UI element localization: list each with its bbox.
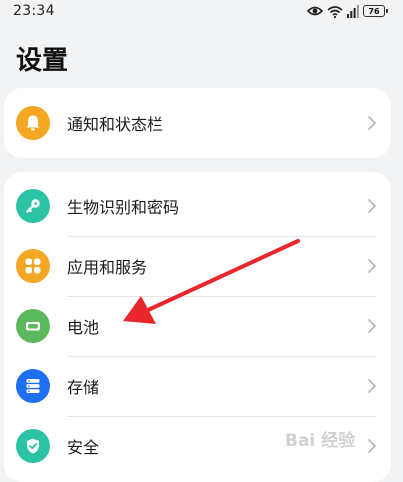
storage-icon xyxy=(16,369,50,403)
settings-item-notifications[interactable]: 通知和状态栏 xyxy=(4,93,391,153)
settings-item-apps[interactable]: 应用和服务 xyxy=(4,236,391,296)
chevron-right-icon xyxy=(368,439,376,453)
chevron-right-icon xyxy=(368,116,376,130)
signal-icon xyxy=(347,4,359,18)
page-title: 设置 xyxy=(16,46,69,76)
settings-item-battery[interactable]: 电池 xyxy=(4,296,391,356)
chevron-right-icon xyxy=(368,199,376,213)
notify-card: 通知和状态栏 xyxy=(4,88,391,158)
settings-item-label: 安全 xyxy=(67,438,100,457)
status-bar: 23:34 76 xyxy=(0,0,403,24)
chevron-right-icon xyxy=(368,379,376,393)
eye-icon xyxy=(307,6,323,16)
settings-item-label: 生物识别和密码 xyxy=(67,198,180,217)
chevron-right-icon xyxy=(368,259,376,273)
key-icon xyxy=(16,189,50,223)
watermark-logo: Bai 经验 xyxy=(285,431,356,451)
settings-item-biometrics[interactable]: 生物识别和密码 xyxy=(4,176,391,236)
apps-grid-icon xyxy=(16,249,50,283)
settings-item-label: 通知和状态栏 xyxy=(67,115,164,134)
battery-icon xyxy=(16,309,50,343)
settings-item-storage[interactable]: 存储 xyxy=(4,356,391,416)
status-icons: 76 xyxy=(307,3,388,19)
wifi-icon xyxy=(327,5,343,18)
bell-icon xyxy=(16,106,50,140)
shield-icon xyxy=(16,429,50,463)
chevron-right-icon xyxy=(368,319,376,333)
settings-item-label: 存储 xyxy=(67,378,100,397)
settings-item-label: 电池 xyxy=(67,318,100,337)
status-time: 23:34 xyxy=(13,3,55,19)
settings-item-label: 应用和服务 xyxy=(67,258,148,277)
battery-status-icon: 76 xyxy=(363,5,388,17)
